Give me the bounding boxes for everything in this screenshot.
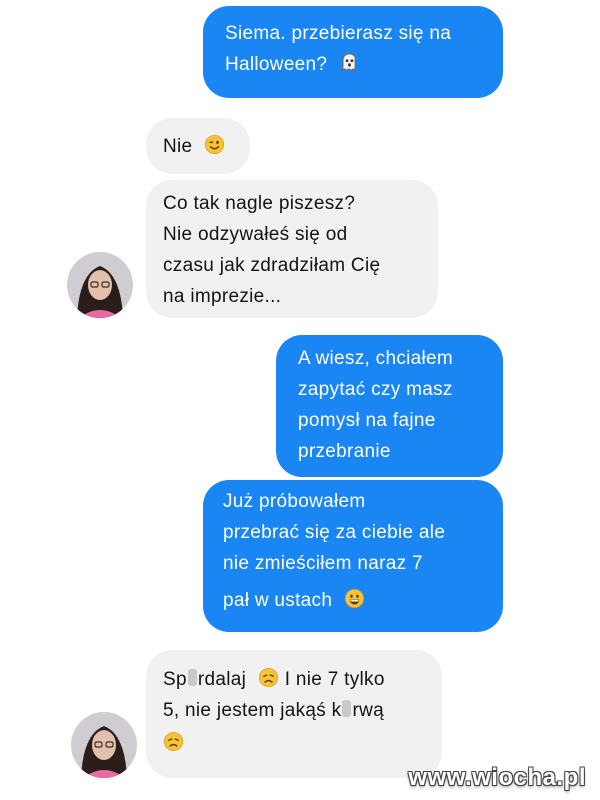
message-text: Sp <box>163 669 187 690</box>
message-text: pał w ustach <box>223 590 333 611</box>
message-text-line-wrap: Halloween? <box>225 49 503 80</box>
message-text: 5, nie jestem jakąś k <box>163 700 342 721</box>
message-text-line-wrap: Sp rdalaj I nie 7 tylko <box>163 664 442 695</box>
message-text-line-wrap: 5, nie jestem jakąś k rwą <box>163 695 442 726</box>
message-text-line: przebrać się za ciebie ale <box>223 522 446 543</box>
site-watermark: www.wiocha.pl <box>408 764 586 791</box>
message-text-line-wrap: pał w ustach <box>223 585 503 616</box>
outgoing-message-bubble[interactable]: Już próbowałem przebrać się za ciebie al… <box>203 480 503 632</box>
chat-thread: Siema. przebierasz się na Halloween? Nie <box>0 0 600 800</box>
censored-letter <box>187 669 197 687</box>
incoming-message-bubble[interactable]: Co tak nagle piszesz? Nie odzywałeś się … <box>146 180 438 318</box>
message-text: rwą <box>352 700 384 721</box>
message-text: rdalaj <box>197 669 247 690</box>
message-text-line: Siema. przebierasz się na <box>225 23 452 44</box>
message-text-line: Co tak nagle piszesz? <box>163 193 356 214</box>
outgoing-message-bubble[interactable]: A wiesz, chciałem zapytać czy masz pomys… <box>276 335 503 477</box>
message-text-line: czasu jak zdradziłam Cię <box>163 255 381 276</box>
disappointed-face-icon <box>258 667 279 688</box>
grinning-face-icon <box>344 588 365 609</box>
message-text: I nie 7 tylko <box>284 669 385 690</box>
message-text: Nie <box>163 136 193 157</box>
ghost-icon <box>339 52 360 73</box>
message-text: Halloween? <box>225 54 328 75</box>
contact-avatar[interactable] <box>67 252 133 318</box>
message-text-line-wrap: Nie <box>163 131 250 162</box>
disappointed-face-icon <box>163 731 184 752</box>
message-text-line: na imprezie... <box>163 286 282 307</box>
message-text-line: zapytać czy masz <box>298 379 453 400</box>
censored-letter <box>342 700 352 718</box>
incoming-message-bubble[interactable]: Sp rdalaj I nie 7 tylko 5, nie jestem jak… <box>146 650 442 778</box>
outgoing-message-bubble[interactable]: Siema. przebierasz się na Halloween? <box>203 6 503 98</box>
message-text-line: Już próbowałem <box>223 491 366 512</box>
message-text-line: przebranie <box>298 441 391 462</box>
message-text-line: Nie odzywałeś się od <box>163 224 348 245</box>
contact-avatar[interactable] <box>71 712 137 778</box>
message-text-line-wrap <box>163 728 442 759</box>
incoming-message-bubble[interactable]: Nie <box>146 118 250 174</box>
message-text-line: nie zmieściłem naraz 7 <box>223 553 423 574</box>
message-text-line: A wiesz, chciałem <box>298 348 454 369</box>
winking-face-icon <box>204 134 225 155</box>
message-text-line: pomysł na fajne <box>298 410 436 431</box>
